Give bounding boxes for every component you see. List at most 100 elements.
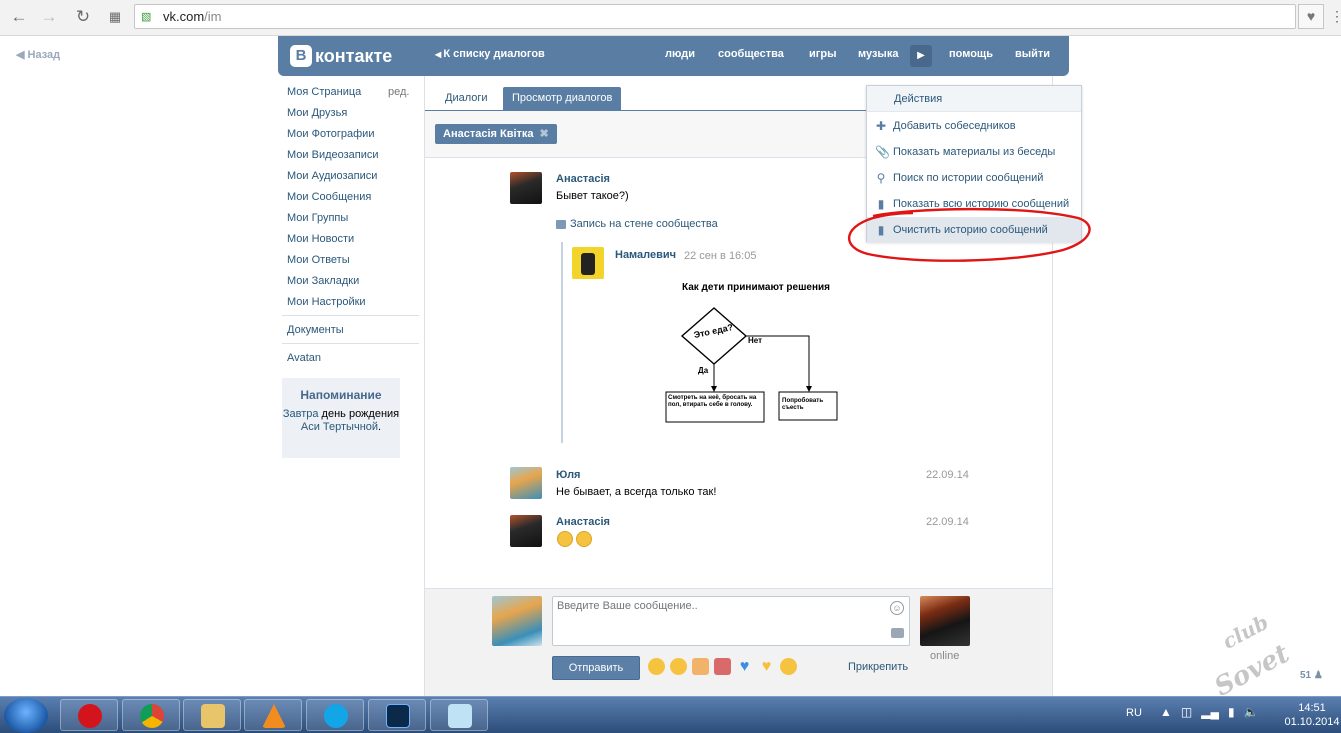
peer-chip[interactable]: Анастасія Квітка ✖ xyxy=(435,124,557,144)
tab-dialogs[interactable]: Диалоги xyxy=(436,87,497,110)
to-dialog-list-link[interactable]: ◀ К списку диалогов xyxy=(435,48,545,60)
camera-icon[interactable] xyxy=(891,628,904,638)
taskbar-skype[interactable] xyxy=(306,699,364,731)
vk-logo[interactable]: Вконтакте xyxy=(290,44,392,68)
my-avatar[interactable] xyxy=(492,596,542,646)
search-history-item[interactable]: ⚲ Поиск по истории сообщений xyxy=(867,165,1081,191)
nav-people[interactable]: люди xyxy=(665,48,695,60)
item-label: Поиск по истории сообщений xyxy=(893,172,1044,184)
emoji-icon[interactable]: ☺ xyxy=(890,601,904,615)
avatar[interactable] xyxy=(510,515,542,547)
menu-my-settings[interactable]: Мои Настройки xyxy=(287,296,366,308)
reminder-person-link[interactable]: Аси Тертычной xyxy=(301,421,378,433)
arrow-head xyxy=(806,386,812,392)
avatar[interactable] xyxy=(510,467,542,499)
taskbar-chrome[interactable] xyxy=(122,699,180,731)
menu-my-answers[interactable]: Мои Ответы xyxy=(287,254,350,266)
menu-documents[interactable]: Документы xyxy=(287,324,344,336)
show-attachments-item[interactable]: 📎 Показать материалы из беседы xyxy=(867,139,1081,165)
tab-view-dialogs[interactable]: Просмотр диалогов xyxy=(503,87,622,110)
start-button[interactable] xyxy=(4,698,48,733)
neutral-emoji-icon[interactable] xyxy=(670,658,687,675)
red-highlight-ellipse xyxy=(848,207,1091,262)
back-link[interactable]: ◀ Назад xyxy=(16,48,60,61)
reminder-box: Напоминание Завтра день рождения Аси Тер… xyxy=(282,378,400,458)
peer-avatar[interactable] xyxy=(920,596,970,646)
menu-avatan[interactable]: Avatan xyxy=(287,352,321,364)
smile-emoji-icon xyxy=(557,531,573,547)
reminder-text: Завтра день рождения Аси Тертычной. xyxy=(282,408,400,434)
wall-post-link[interactable]: Запись на стене сообщества xyxy=(556,218,718,230)
message-box[interactable]: ☺ xyxy=(552,596,910,646)
wall-post-author[interactable]: Намалевич xyxy=(615,249,676,261)
edit-menu-link[interactable]: ред. xyxy=(388,86,409,98)
message-author[interactable]: Анастасія xyxy=(556,516,610,528)
apps-grid-icon[interactable]: ▦ xyxy=(104,7,126,27)
yes-box-text: Смотреть на неё, бросать на пол, втирать… xyxy=(668,394,757,408)
address-bar[interactable]: ▧ vk.com/im xyxy=(134,4,1296,29)
peer-chip-label: Анастасія Квітка xyxy=(443,128,534,140)
vlc-cone-icon xyxy=(262,704,286,728)
attach-link[interactable]: Прикрепить xyxy=(848,661,908,673)
message-input[interactable] xyxy=(557,600,877,612)
dropdown-header[interactable]: Действия xyxy=(867,86,1081,112)
yes-label: Да xyxy=(698,366,709,375)
blush-emoji-icon[interactable] xyxy=(780,658,797,675)
surprised-emoji-icon[interactable] xyxy=(648,658,665,675)
couple-emoji-icon[interactable] xyxy=(714,658,731,675)
network-icon[interactable]: ◫ xyxy=(1181,705,1192,719)
reminder-tomorrow-link[interactable]: Завтра xyxy=(283,408,319,420)
taskbar-opera[interactable] xyxy=(60,699,118,731)
nav-logout[interactable]: выйти xyxy=(1015,48,1050,60)
search-icon: ⚲ xyxy=(876,171,886,185)
clock[interactable]: 14:51 01.10.2014 xyxy=(1282,701,1341,729)
back-arrow-icon[interactable]: ← xyxy=(8,7,30,27)
menu-my-photos[interactable]: Мои Фотографии xyxy=(287,128,374,140)
yellow-heart-icon[interactable]: ♥ xyxy=(758,658,775,675)
tray-arrow-icon[interactable]: ▲ xyxy=(1160,705,1172,719)
nav-music[interactable]: музыка xyxy=(858,48,898,60)
menu-my-bookmarks[interactable]: Мои Закладки xyxy=(287,275,359,287)
comment-icon xyxy=(556,219,566,229)
reload-icon[interactable]: ↻ xyxy=(72,7,94,27)
online-counter: 51 ♟ xyxy=(1300,670,1323,681)
blue-heart-icon[interactable]: ♥ xyxy=(736,658,753,675)
menu-my-messages[interactable]: Мои Сообщения xyxy=(287,191,371,203)
heart-icon[interactable]: ♥ xyxy=(1298,4,1324,29)
group-avatar[interactable] xyxy=(572,247,604,279)
nav-games[interactable]: игры xyxy=(809,48,836,60)
nav-help[interactable]: помощь xyxy=(949,48,993,60)
menu-my-groups[interactable]: Мои Группы xyxy=(287,212,348,224)
url-text: vk.com/im xyxy=(163,9,222,24)
message-text: Бывет такое?) xyxy=(556,190,629,202)
language-indicator[interactable]: RU xyxy=(1126,707,1142,719)
signal-icon[interactable]: ▂▄ xyxy=(1201,705,1219,719)
flowchart-image[interactable]: Как дети принимают решения Это еда? Нет … xyxy=(664,276,844,426)
close-icon[interactable]: ✖ xyxy=(540,124,549,144)
arrow-head xyxy=(711,386,717,392)
menu-my-friends[interactable]: Мои Друзья xyxy=(287,107,347,119)
menu-icon[interactable]: ⋮ xyxy=(1330,8,1341,26)
volume-icon[interactable]: 🔈 xyxy=(1244,705,1259,719)
taskbar-notepad[interactable] xyxy=(430,699,488,731)
add-participants-item[interactable]: ✚ Добавить собеседников xyxy=(867,113,1081,139)
avatar[interactable] xyxy=(510,172,542,204)
battery-icon[interactable]: ▮ xyxy=(1228,705,1235,719)
taskbar-photoshop[interactable] xyxy=(368,699,426,731)
menu-my-videos[interactable]: Мои Видеозаписи xyxy=(287,149,379,161)
menu-my-page[interactable]: Моя Страница xyxy=(287,86,361,98)
message-author[interactable]: Анастасія xyxy=(556,173,610,185)
menu-my-news[interactable]: Мои Новости xyxy=(287,233,354,245)
chevron-left-icon: ◀ xyxy=(16,49,28,61)
windows-taskbar: RU ▲ ◫ ▂▄ ▮ 🔈 14:51 01.10.2014 xyxy=(0,696,1341,733)
play-icon[interactable]: ▶ xyxy=(910,45,932,67)
send-button[interactable]: Отправить xyxy=(552,656,640,680)
nav-communities[interactable]: сообщества xyxy=(718,48,784,60)
forward-arrow-icon[interactable]: → xyxy=(38,7,60,27)
watermark-line2: Sovet xyxy=(1210,639,1295,695)
menu-my-audio[interactable]: Мои Аудиозаписи xyxy=(287,170,377,182)
message-author[interactable]: Юля xyxy=(556,469,580,481)
thumbs-up-icon[interactable] xyxy=(692,658,709,675)
taskbar-explorer[interactable] xyxy=(183,699,241,731)
taskbar-vlc[interactable] xyxy=(244,699,302,731)
